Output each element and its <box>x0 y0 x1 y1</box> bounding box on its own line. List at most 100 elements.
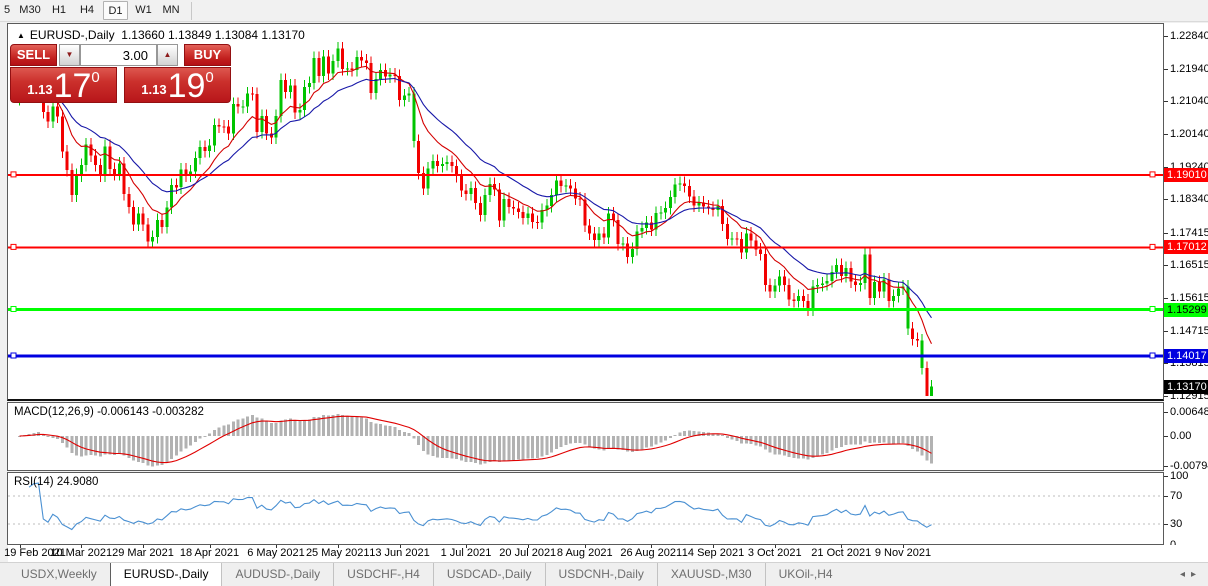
chart-tab-usdchf-h4[interactable]: USDCHF-,H4 <box>333 563 433 586</box>
timeframe-button-h1[interactable]: H1 <box>48 1 70 20</box>
level-anchor-right[interactable] <box>1150 244 1155 249</box>
volume-input[interactable] <box>80 44 157 66</box>
price-tick-label: 1.21940 <box>1170 62 1208 76</box>
level-price-label: 1.17012 <box>1164 240 1208 254</box>
rsi-tick-label: 100 <box>1170 469 1208 483</box>
buy-price-pips: 19 <box>168 71 206 101</box>
rsi-chart[interactable] <box>8 473 1163 544</box>
timeframe-button-w1[interactable]: W1 <box>132 1 155 20</box>
one-click-trade-panel: SELL ▼ ▲ BUY 1.13 17 0 1.13 19 0 <box>10 44 231 103</box>
rsi-tick-label: 70 <box>1170 489 1208 503</box>
rsi-tick-label: 30 <box>1170 517 1208 531</box>
date-tick-label: 9 Nov 2021 <box>868 547 938 559</box>
date-tick-label: 6 May 2021 <box>241 547 311 559</box>
chart-tab-eurusd-daily[interactable]: EURUSD-,Daily <box>110 563 222 586</box>
arrow-down-icon: ▼ <box>66 50 74 59</box>
buy-button[interactable]: BUY <box>184 44 231 66</box>
date-axis[interactable]: 19 Feb 202110 Mar 202129 Mar 202118 Apr … <box>8 545 1208 562</box>
price-tick-label: 1.16515 <box>1170 258 1208 272</box>
date-tick-label: 14 Sep 2021 <box>678 547 748 559</box>
macd-tick-label: 0.00 <box>1170 429 1208 443</box>
arrow-up-icon: ▲ <box>164 50 172 59</box>
level-anchor-left[interactable] <box>11 307 16 312</box>
mt4-terminal: 5M30H1 H4 D1W1MN ▲ EURUSD-,Daily 1.13660 1.… <box>0 0 1208 586</box>
tab-scroll-right-icon[interactable]: ▸ <box>1191 569 1202 580</box>
level-anchor-right[interactable] <box>1150 307 1155 312</box>
macd-tick-label: 0.006485 <box>1170 405 1208 419</box>
chart-symbol-label: EURUSD-,Daily <box>30 28 115 42</box>
tab-scroll-arrows: ◂▸ <box>1180 563 1202 586</box>
level-anchor-right[interactable] <box>1150 172 1155 177</box>
tab-scroll-left-icon[interactable]: ◂ <box>1180 569 1191 580</box>
chart-tab-xauusd-m30[interactable]: XAUUSD-,M30 <box>657 563 765 586</box>
price-tick-mark <box>1164 199 1168 200</box>
timeframe-button-d1[interactable]: D1 <box>103 1 128 20</box>
timeframe-button-h4[interactable]: H4 <box>76 1 98 20</box>
price-tick-label: 1.22840 <box>1170 29 1208 43</box>
rsi-tick-mark <box>1164 476 1168 477</box>
date-tick-label: 29 Mar 2021 <box>108 547 178 559</box>
date-tick-label: 18 Apr 2021 <box>175 547 245 559</box>
sell-button[interactable]: SELL <box>10 44 57 66</box>
sell-price-pipette: 0 <box>91 69 99 86</box>
date-tick-label: 1 Jul 2021 <box>431 547 501 559</box>
level-price-label: 1.14017 <box>1164 349 1208 363</box>
sell-price-display[interactable]: 1.13 17 0 <box>10 67 117 103</box>
current-price-label: 1.13170 <box>1164 380 1208 394</box>
price-tick-mark <box>1164 134 1168 135</box>
chart-tab-usdcnh-daily[interactable]: USDCNH-,Daily <box>545 563 657 586</box>
price-tick-mark <box>1164 331 1168 332</box>
timeframe-button-mn[interactable]: MN <box>158 1 184 20</box>
macd-tick-mark <box>1164 466 1168 467</box>
rsi-label: RSI(14) 24.9080 <box>14 476 98 488</box>
price-tick-mark <box>1164 396 1168 397</box>
level-anchor-right[interactable] <box>1150 353 1155 358</box>
price-tick-label: 1.14715 <box>1170 324 1208 338</box>
buy-price-bigfigure: 1.13 <box>141 82 166 97</box>
price-tick-mark <box>1164 363 1168 364</box>
sell-price-bigfigure: 1.13 <box>27 82 52 97</box>
date-tick-label: 8 Aug 2021 <box>550 547 620 559</box>
buy-price-pipette: 0 <box>205 69 213 86</box>
rsi-tick-mark <box>1164 496 1168 497</box>
price-tick-mark <box>1164 101 1168 102</box>
toolbar-separator <box>191 2 192 20</box>
volume-increase-button[interactable]: ▲ <box>157 44 178 66</box>
timeframe-button-m30[interactable]: M30 <box>16 1 44 20</box>
date-tick-label: 3 Oct 2021 <box>740 547 810 559</box>
chart-tab-audusd-daily[interactable]: AUDUSD-,Daily <box>221 563 333 586</box>
chart-header: ▲ EURUSD-,Daily 1.13660 1.13849 1.13084 1… <box>17 28 305 42</box>
date-tick-label: 10 Mar 2021 <box>46 547 116 559</box>
price-tick-mark <box>1164 69 1168 70</box>
sell-price-pips: 17 <box>54 71 92 101</box>
collapse-panel-icon[interactable]: ▲ <box>17 31 25 40</box>
price-tick-label: 1.17415 <box>1170 226 1208 240</box>
level-anchor-left[interactable] <box>11 244 16 249</box>
level-anchor-left[interactable] <box>11 172 16 177</box>
macd-label: MACD(12,26,9) -0.006143 -0.003282 <box>14 406 204 418</box>
level-price-label: 1.15299 <box>1164 303 1208 317</box>
timeframe-button-5[interactable]: 5 <box>1 1 13 20</box>
chart-tab-usdx-weekly[interactable]: USDX,Weekly <box>8 563 110 586</box>
price-tick-mark <box>1164 36 1168 37</box>
chart-ohlc-quote: 1.13660 1.13849 1.13084 1.13170 <box>121 28 305 42</box>
chart-tab-usdcad-daily[interactable]: USDCAD-,Daily <box>433 563 545 586</box>
price-tick-mark <box>1164 233 1168 234</box>
price-tick-label: 1.20140 <box>1170 127 1208 141</box>
price-tick-label: 1.18340 <box>1170 192 1208 206</box>
rsi-indicator-panel[interactable]: RSI(14) 24.9080 <box>7 472 1164 545</box>
date-tick-label: 21 Oct 2021 <box>806 547 876 559</box>
price-tick-mark <box>1164 265 1168 266</box>
chart-tab-bar: USDX,WeeklyEURUSD-,DailyAUDUSD-,DailyUSD… <box>0 562 1208 586</box>
rsi-tick-mark <box>1164 524 1168 525</box>
macd-tick-mark <box>1164 412 1168 413</box>
level-price-label: 1.19010 <box>1164 168 1208 182</box>
buy-price-display[interactable]: 1.13 19 0 <box>124 67 231 103</box>
volume-decrease-button[interactable]: ▼ <box>59 44 80 66</box>
date-tick-label: 25 May 2021 <box>303 547 373 559</box>
macd-indicator-panel[interactable]: MACD(12,26,9) -0.006143 -0.003282 <box>7 402 1164 471</box>
chart-tab-ukoil-h4[interactable]: UKOil-,H4 <box>765 563 846 586</box>
price-axis[interactable]: 1.228401.219401.210401.201401.192401.183… <box>1164 23 1208 545</box>
level-anchor-left[interactable] <box>11 353 16 358</box>
date-tick-label: 26 Aug 2021 <box>616 547 686 559</box>
